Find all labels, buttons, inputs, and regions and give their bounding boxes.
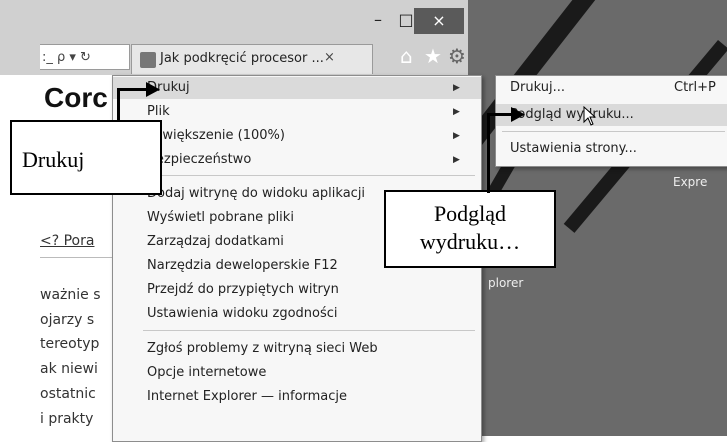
print-submenu: Drukuj... Ctrl+P Podgląd wydruku... Usta… xyxy=(495,75,727,167)
menu-item-label: Bezpieczeństwo xyxy=(147,152,252,167)
address-bar[interactable]: :_ ρ ▾ ↻ xyxy=(40,44,130,70)
submenu-item-page-setup[interactable]: Ustawienia strony... xyxy=(496,138,727,160)
page-heading: Corc xyxy=(44,82,108,113)
menu-item-report-problems[interactable]: Zgłoś problemy z witryną sieci Web xyxy=(113,338,481,360)
menu-item-label: Podgląd wydruku... xyxy=(510,107,634,122)
menu-item-label: Internet Explorer — informacje xyxy=(147,389,348,404)
menu-item-label: Zarządzaj dodatkami xyxy=(147,234,284,249)
callout-line xyxy=(487,113,490,193)
minimize-button[interactable]: – xyxy=(366,6,390,34)
page-text-right-2: plorer xyxy=(488,276,524,290)
menu-item-compat-view[interactable]: Ustawienia widoku zgodności xyxy=(113,303,481,325)
menu-separator xyxy=(502,131,725,132)
arrow-head-icon xyxy=(511,107,525,122)
menu-item-label: Przejdź do przypiętych witryn xyxy=(147,282,339,297)
tab-title: Jak podkręcić procesor ... xyxy=(160,51,324,66)
page-text-line: tereotyp xyxy=(40,336,100,352)
page-text-right-1: Expre xyxy=(673,175,708,189)
menu-item-label: Drukuj... xyxy=(510,80,565,95)
menu-item-label: Opcje internetowe xyxy=(147,365,267,380)
mouse-cursor-icon xyxy=(583,106,597,126)
submenu-item-print[interactable]: Drukuj... Ctrl+P xyxy=(496,77,727,99)
menu-item-label: Wyświetl pobrane pliki xyxy=(147,210,294,225)
submenu-arrow-icon: ▶ xyxy=(453,131,460,141)
callout-line xyxy=(117,88,120,122)
submenu-arrow-icon: ▶ xyxy=(453,155,460,165)
menu-item-label: Powiększenie (100%) xyxy=(147,128,285,143)
menu-item-file[interactable]: Plik ▶ xyxy=(113,101,481,123)
submenu-item-print-preview[interactable]: Podgląd wydruku... xyxy=(496,104,727,126)
menu-item-about[interactable]: Internet Explorer — informacje xyxy=(113,386,481,408)
menu-item-label: Narzędzia deweloperskie F12 xyxy=(147,258,338,273)
menu-item-label: Zgłoś problemy z witryną sieci Web xyxy=(147,341,378,356)
star-icon[interactable]: ★ xyxy=(424,44,442,68)
submenu-arrow-icon: ▶ xyxy=(453,83,460,93)
maximize-button[interactable]: □ xyxy=(396,6,416,34)
menu-item-print[interactable]: Drukuj ▶ xyxy=(113,77,481,99)
menu-item-internet-options[interactable]: Opcje internetowe xyxy=(113,362,481,384)
menu-separator xyxy=(143,330,475,331)
page-text-line: i prakty xyxy=(40,411,94,427)
menu-item-label: Ustawienia strony... xyxy=(510,141,637,156)
close-button[interactable]: × xyxy=(414,8,464,34)
menu-item-zoom[interactable]: Powiększenie (100%) ▶ xyxy=(113,125,481,147)
tab-active[interactable]: Jak podkręcić procesor ... × xyxy=(131,44,373,74)
page-text-line: ostatnic xyxy=(40,386,96,402)
gear-icon[interactable]: ⚙ xyxy=(448,44,466,68)
page-text-line: ważnie s xyxy=(40,287,101,303)
menu-item-security[interactable]: Bezpieczeństwo ▶ xyxy=(113,149,481,171)
menu-separator xyxy=(143,175,475,176)
menu-item-shortcut: Ctrl+P xyxy=(674,80,716,95)
arrow-head-icon xyxy=(146,82,160,97)
page-text-line: ak niewi xyxy=(40,361,98,377)
callout-print-preview: Podgląd wydruku… xyxy=(384,190,556,268)
menu-item-label: Dodaj witrynę do widoku aplikacji xyxy=(147,186,366,201)
menu-item-label: Ustawienia widoku zgodności xyxy=(147,306,338,321)
menu-item-pinned-sites[interactable]: Przejdź do przypiętych witryn xyxy=(113,279,481,301)
favicon-icon xyxy=(140,52,156,68)
callout-print: Drukuj xyxy=(10,120,162,195)
page-link[interactable]: <? Pora xyxy=(40,233,94,249)
home-icon[interactable]: ⌂ xyxy=(400,44,413,68)
page-text-line: ojarzy s xyxy=(40,312,95,328)
submenu-arrow-icon: ▶ xyxy=(453,107,460,117)
tab-close-button[interactable]: × xyxy=(324,50,335,65)
